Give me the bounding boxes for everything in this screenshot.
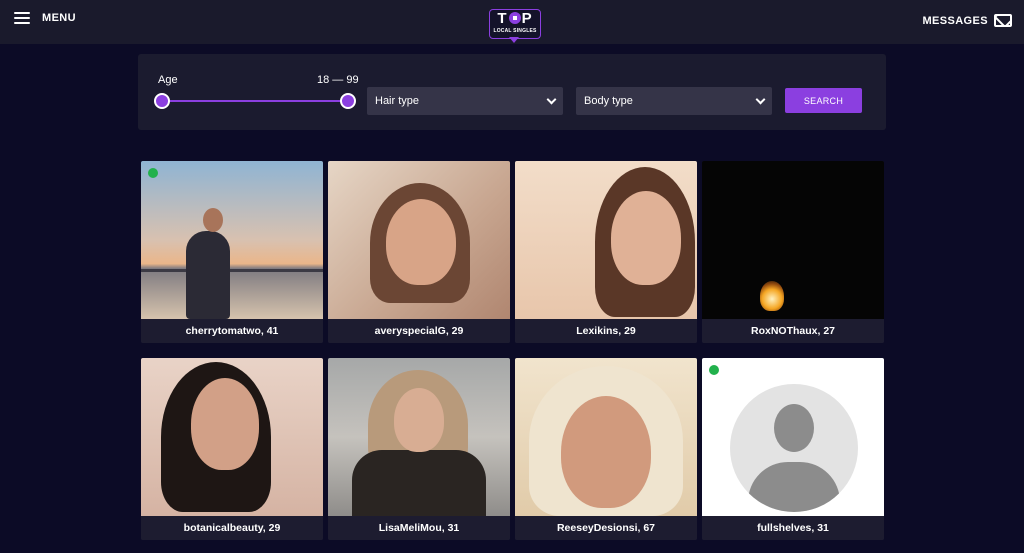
profile-name: Lexikins, 29	[515, 319, 697, 343]
profile-card[interactable]: LisaMeliMou, 31	[328, 358, 510, 540]
search-button[interactable]: SEARCH	[785, 88, 862, 113]
profile-photo	[328, 358, 510, 516]
profile-name: averyspecialG, 29	[328, 319, 510, 343]
logo-subtitle: LOCAL SINGLES	[493, 28, 537, 34]
profile-card[interactable]: Lexikins, 29	[515, 161, 697, 343]
profile-photo	[328, 161, 510, 319]
profile-photo	[141, 358, 323, 516]
profile-name: RoxNOThaux, 27	[702, 319, 884, 343]
profile-photo	[515, 161, 697, 319]
profile-card[interactable]: averyspecialG, 29	[328, 161, 510, 343]
profile-card[interactable]: botanicalbeauty, 29	[141, 358, 323, 540]
default-avatar-icon	[730, 384, 858, 512]
profile-card[interactable]: fullshelves, 31	[702, 358, 884, 540]
profile-name: fullshelves, 31	[702, 516, 884, 540]
profile-card[interactable]: ReeseyDesionsi, 67	[515, 358, 697, 540]
logo-wordmark: TP	[497, 10, 533, 27]
hair-type-select[interactable]: Hair type	[367, 87, 563, 115]
profile-name: LisaMeliMou, 31	[328, 516, 510, 540]
hamburger-icon	[14, 12, 30, 24]
top-bar: MENU TP LOCAL SINGLES MESSAGES	[0, 0, 1024, 44]
profile-photo	[515, 358, 697, 516]
envelope-icon	[994, 14, 1012, 27]
chevron-down-icon	[546, 94, 557, 104]
hair-type-value: Hair type	[375, 95, 420, 107]
online-indicator	[709, 365, 719, 375]
profile-name: ReeseyDesionsi, 67	[515, 516, 697, 540]
menu-label: MENU	[42, 12, 76, 24]
profile-card[interactable]: cherrytomatwo, 41	[141, 161, 323, 343]
age-label: Age	[158, 74, 178, 86]
chevron-down-icon	[755, 94, 766, 104]
messages-label: MESSAGES	[922, 14, 988, 27]
profile-name: cherrytomatwo, 41	[141, 319, 323, 343]
age-range-value: 18 — 99	[317, 74, 359, 86]
age-max-handle[interactable]	[340, 93, 356, 109]
profile-photo	[702, 358, 884, 516]
logo-tail	[509, 37, 519, 43]
search-filter-panel: Age 18 — 99 Hair type Body type SEARCH	[138, 54, 886, 130]
profile-name: botanicalbeauty, 29	[141, 516, 323, 540]
messages-button[interactable]: MESSAGES	[922, 14, 1012, 27]
age-slider-track[interactable]	[162, 100, 348, 102]
profile-photo	[141, 161, 323, 319]
site-logo[interactable]: TP LOCAL SINGLES	[489, 9, 541, 43]
online-indicator	[148, 168, 158, 178]
body-type-value: Body type	[584, 95, 633, 107]
body-type-select[interactable]: Body type	[576, 87, 772, 115]
menu-button[interactable]: MENU	[14, 12, 76, 24]
profile-photo	[702, 161, 884, 319]
age-min-handle[interactable]	[154, 93, 170, 109]
profile-card[interactable]: RoxNOThaux, 27	[702, 161, 884, 343]
